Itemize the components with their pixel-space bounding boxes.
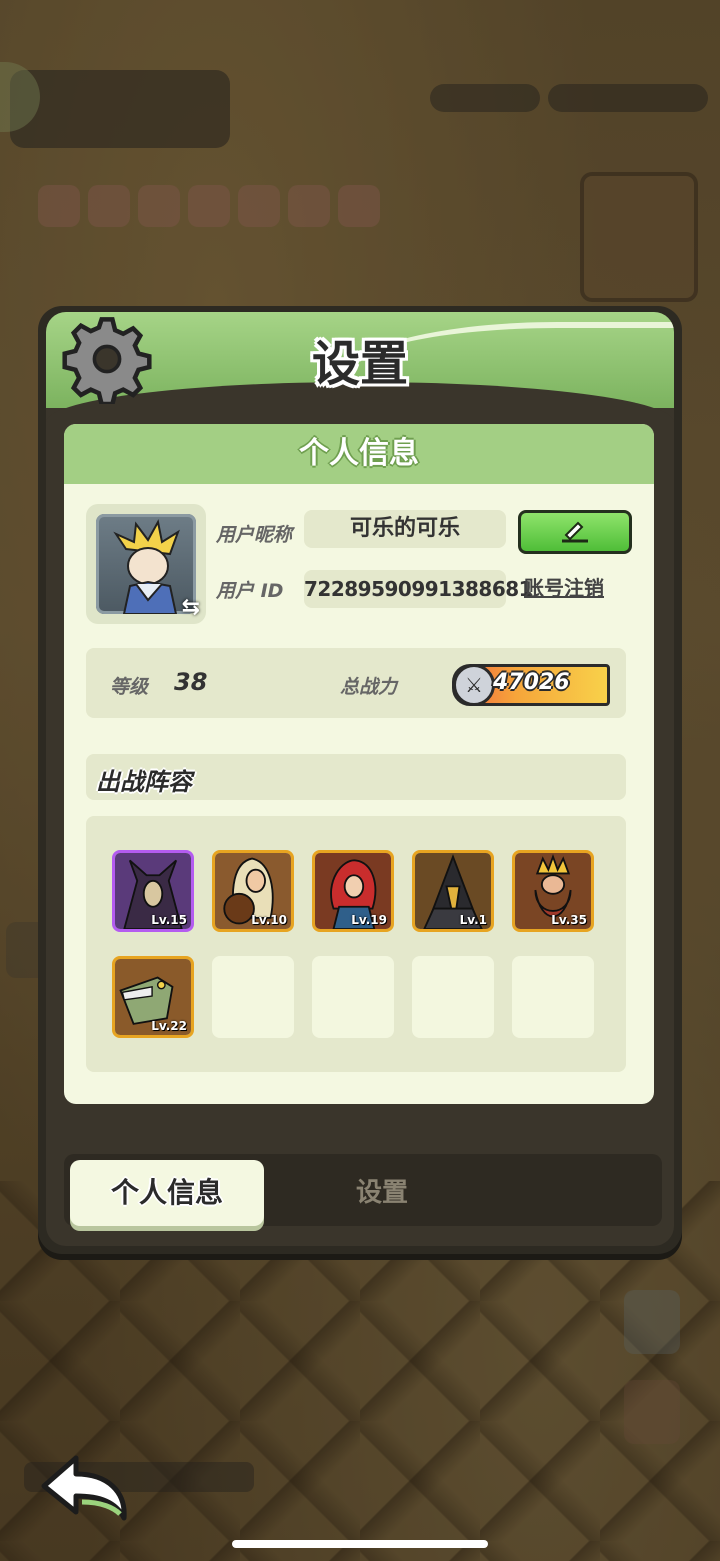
power-badge: ⚔ 47026 (452, 664, 610, 706)
hero-slot-6[interactable]: Lv.22 (112, 956, 194, 1038)
hero-slot-3[interactable]: Lv.19 (312, 850, 394, 932)
avatar[interactable]: ⇆ (86, 504, 206, 624)
tab-profile[interactable]: 个人信息 (70, 1160, 264, 1226)
nickname-label: 用户昵称 (216, 524, 293, 546)
hero-level: Lv.1 (459, 913, 487, 927)
empty-hero-slot[interactable] (312, 956, 394, 1038)
settings-dialog: 设置 个人信息 ⇆ 用户昵称 可乐的可乐 用户 ID 7228959099138… (38, 306, 682, 1254)
user-id-field: 72289590991388681 (304, 570, 533, 608)
empty-hero-slot[interactable] (512, 956, 594, 1038)
nickname-field: 可乐的可乐 (304, 510, 506, 548)
user-id-label: 用户 ID (216, 580, 284, 602)
dialog-tabbar: 个人信息 设置 (64, 1154, 662, 1226)
level-value: 38 (174, 668, 208, 696)
level-label: 等级 (110, 676, 149, 698)
empty-hero-slot[interactable] (212, 956, 294, 1038)
swap-icon: ⇆ (181, 595, 200, 620)
hero-slot-1[interactable]: Lv.15 (112, 850, 194, 932)
hero-level: Lv.22 (151, 1019, 187, 1033)
hero-level: Lv.19 (351, 913, 387, 927)
hero-level: Lv.10 (251, 913, 287, 927)
back-arrow-icon[interactable] (38, 1452, 130, 1522)
delete-account-link[interactable]: 账号注销 (524, 572, 604, 601)
section-title: 个人信息 (64, 424, 654, 484)
crossed-swords-icon: ⚔ (453, 664, 495, 706)
hero-slot-4[interactable]: Lv.1 (412, 850, 494, 932)
profile-card: 个人信息 ⇆ 用户昵称 可乐的可乐 用户 ID 7228959099138868… (64, 424, 654, 1104)
dialog-title: 设置 (311, 336, 408, 392)
power-label: 总战力 (340, 676, 398, 698)
hero-level: Lv.35 (551, 913, 587, 927)
hero-level: Lv.15 (151, 913, 187, 927)
stats-row: 等级 38 总战力 ⚔ 47026 (86, 648, 626, 718)
dialog-body: 设置 个人信息 ⇆ 用户昵称 可乐的可乐 用户 ID 7228959099138… (46, 312, 674, 1246)
tab-settings[interactable]: 设置 (312, 1160, 452, 1226)
home-indicator[interactable] (232, 1540, 488, 1548)
hero-slot-5[interactable]: Lv.35 (512, 850, 594, 932)
pencil-icon (562, 521, 588, 543)
empty-hero-slot[interactable] (412, 956, 494, 1038)
power-value: 47026 (493, 670, 570, 695)
hero-slot-2[interactable]: Lv.10 (212, 850, 294, 932)
team-title: 出战阵容 (96, 768, 192, 796)
team-header: 出战阵容 (86, 754, 626, 800)
dialog-header: 设置 (46, 312, 674, 422)
team-grid: Lv.15 Lv.10 Lv.19 Lv.1 Lv.35 Lv.22 (86, 816, 626, 1072)
edit-nickname-button[interactable] (518, 510, 632, 554)
